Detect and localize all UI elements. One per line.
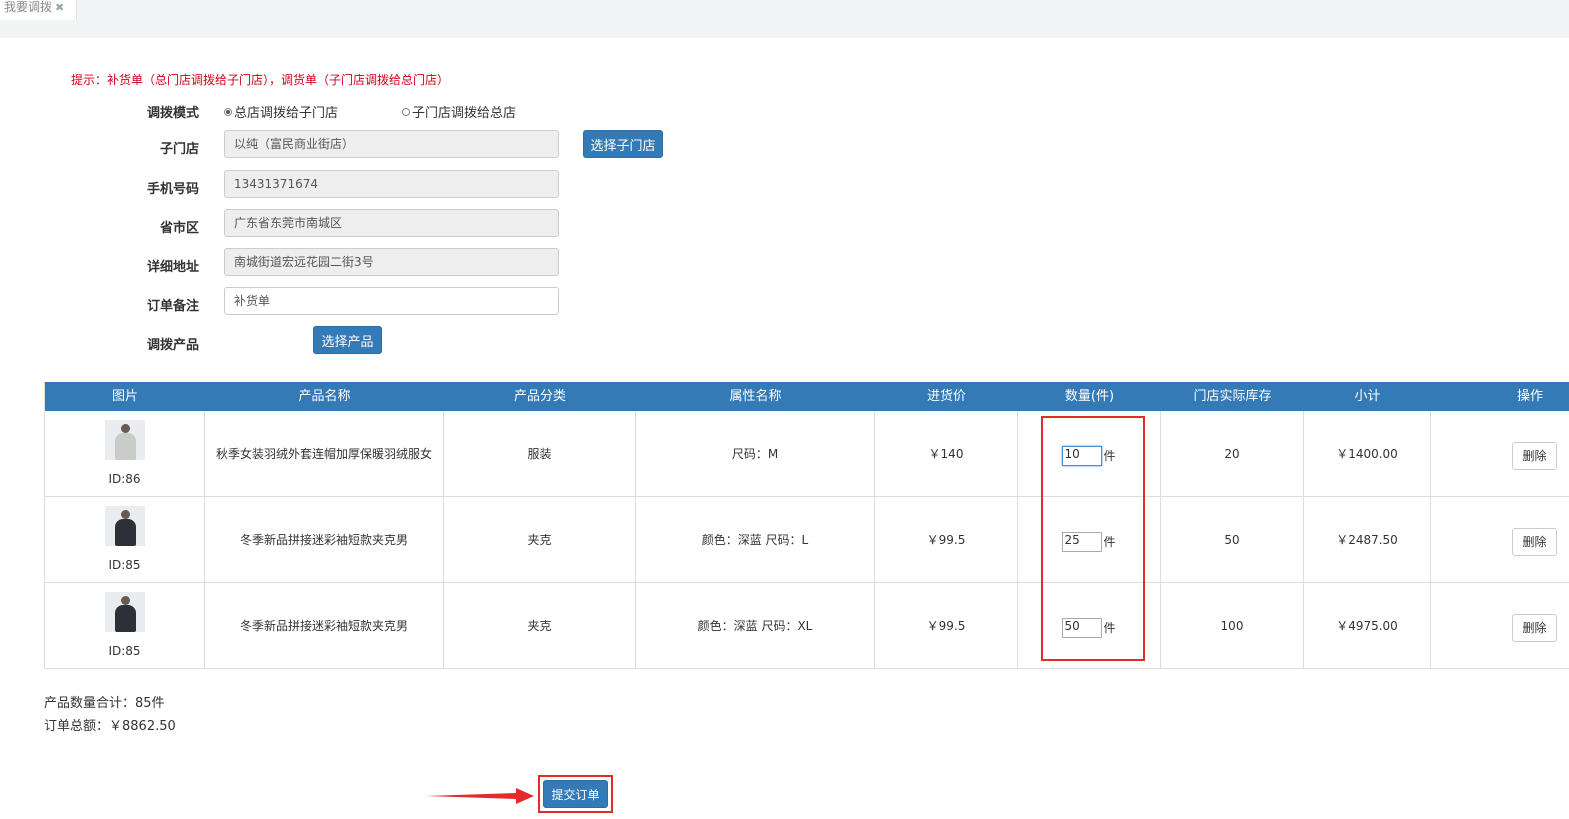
tab-title: 我要调拨 (4, 0, 53, 14)
product-attributes: 颜色：深蓝 尺码：XL (636, 583, 875, 668)
hint-text: 提示：补货单（总门店调拨给子门店），调货单（子门店调拨给总门店） (71, 73, 450, 87)
phone-field: 13431371674 (224, 170, 559, 198)
mode-radio-hq-to-branch[interactable]: 总店调拨给子门店 (224, 102, 338, 121)
phone-label: 手机号码 (146, 182, 199, 197)
submit-order-button[interactable]: 提交订单 (543, 780, 608, 808)
note-label: 订单备注 (146, 299, 199, 314)
action-cell: 删除 (1431, 583, 1569, 668)
product-image-cell: ID:85 (45, 583, 205, 668)
product-category: 服装 (444, 411, 636, 496)
select-product-button[interactable]: 选择产品 (313, 326, 382, 354)
select-store-button[interactable]: 选择子门店 (583, 130, 663, 158)
subtotal: ￥1400.00 (1304, 411, 1431, 496)
header-cell: 小计 (1354, 389, 1381, 404)
address-field: 南城街道宏远花园二街3号 (224, 248, 559, 276)
product-name: 秋季女装羽绒外套连帽加厚保暖羽绒服女 (205, 411, 444, 496)
arrow-right-icon (426, 788, 534, 804)
delete-button[interactable]: 删除 (1512, 441, 1557, 470)
table-row: ID:85 冬季新品拼接迷彩袖短款夹克男 夹克 颜色：深蓝 尺码：L ￥99.5… (45, 497, 1569, 583)
purchase-price: ￥140 (875, 411, 1018, 496)
store-stock: 50 (1161, 497, 1304, 582)
close-icon[interactable]: ✖ (55, 1, 64, 14)
product-id: ID:85 (108, 643, 141, 658)
product-label: 调拨产品 (146, 338, 199, 353)
subtotal: ￥2487.50 (1304, 497, 1431, 582)
store-stock: 100 (1161, 583, 1304, 668)
table-row: ID:86 秋季女装羽绒外套连帽加厚保暖羽绒服女 服装 尺码：M ￥140 10… (45, 411, 1569, 497)
store-stock: 20 (1161, 411, 1304, 496)
total-quantity: 产品数量合计：85件 (44, 696, 165, 711)
product-name: 冬季新品拼接迷彩袖短款夹克男 (205, 497, 444, 582)
product-name: 冬季新品拼接迷彩袖短款夹克男 (205, 583, 444, 668)
header-cell: 门店实际库存 (1193, 389, 1272, 404)
header-cell: 属性名称 (729, 389, 782, 404)
tab-bar: 我要调拨 ✖ (0, 0, 1569, 38)
product-thumbnail[interactable] (104, 591, 145, 632)
product-attributes: 颜色：深蓝 尺码：L (636, 497, 875, 582)
delete-button[interactable]: 删除 (1512, 613, 1557, 642)
product-thumbnail[interactable] (104, 505, 145, 546)
address-label: 详细地址 (146, 260, 199, 275)
note-input[interactable]: 补货单 (224, 287, 559, 315)
region-field: 广东省东莞市南城区 (224, 209, 559, 237)
product-attributes: 尺码：M (636, 411, 875, 496)
header-cell: 进货价 (926, 389, 966, 404)
store-label: 子门店 (159, 142, 199, 157)
mode-option-label: 总店调拨给子门店 (234, 106, 339, 121)
radio-checked-icon (224, 107, 232, 116)
product-image-cell: ID:86 (45, 411, 205, 496)
header-cell: 数量(件) (1064, 389, 1115, 404)
mode-label: 调拨模式 (146, 106, 199, 121)
header-cell: 产品名称 (298, 389, 351, 404)
delete-button[interactable]: 删除 (1512, 527, 1557, 556)
tab-transfer[interactable]: 我要调拨 ✖ (0, 0, 77, 20)
action-cell: 删除 (1431, 497, 1569, 582)
product-image-cell: ID:85 (45, 497, 205, 582)
product-table: 图片 产品名称 产品分类 属性名称 进货价 数量(件) 门店实际库存 小计 操作… (44, 382, 1569, 669)
product-id: ID:86 (108, 471, 141, 486)
quantity-highlight-box (1041, 416, 1145, 661)
subtotal: ￥4975.00 (1304, 583, 1431, 668)
purchase-price: ￥99.5 (875, 583, 1018, 668)
total-amount: 订单总额：￥8862.50 (44, 719, 176, 734)
header-cell: 图片 (111, 389, 138, 404)
product-id: ID:85 (108, 557, 141, 572)
action-cell: 删除 (1431, 411, 1569, 496)
radio-unchecked-icon (402, 107, 410, 116)
mode-radio-branch-to-hq[interactable]: 子门店调拨给总店 (402, 102, 516, 121)
mode-option-label: 子门店调拨给总店 (412, 106, 517, 121)
table-row: ID:85 冬季新品拼接迷彩袖短款夹克男 夹克 颜色：深蓝 尺码：XL ￥99.… (45, 583, 1569, 669)
header-cell: 产品分类 (513, 389, 566, 404)
store-field: 以纯（富民商业街店） (224, 130, 559, 158)
table-header: 图片 产品名称 产品分类 属性名称 进货价 数量(件) 门店实际库存 小计 操作 (45, 382, 1569, 411)
product-category: 夹克 (444, 497, 636, 582)
product-thumbnail[interactable] (104, 419, 145, 460)
header-cell: 操作 (1516, 389, 1543, 404)
region-label: 省市区 (159, 221, 199, 236)
purchase-price: ￥99.5 (875, 497, 1018, 582)
product-category: 夹克 (444, 583, 636, 668)
